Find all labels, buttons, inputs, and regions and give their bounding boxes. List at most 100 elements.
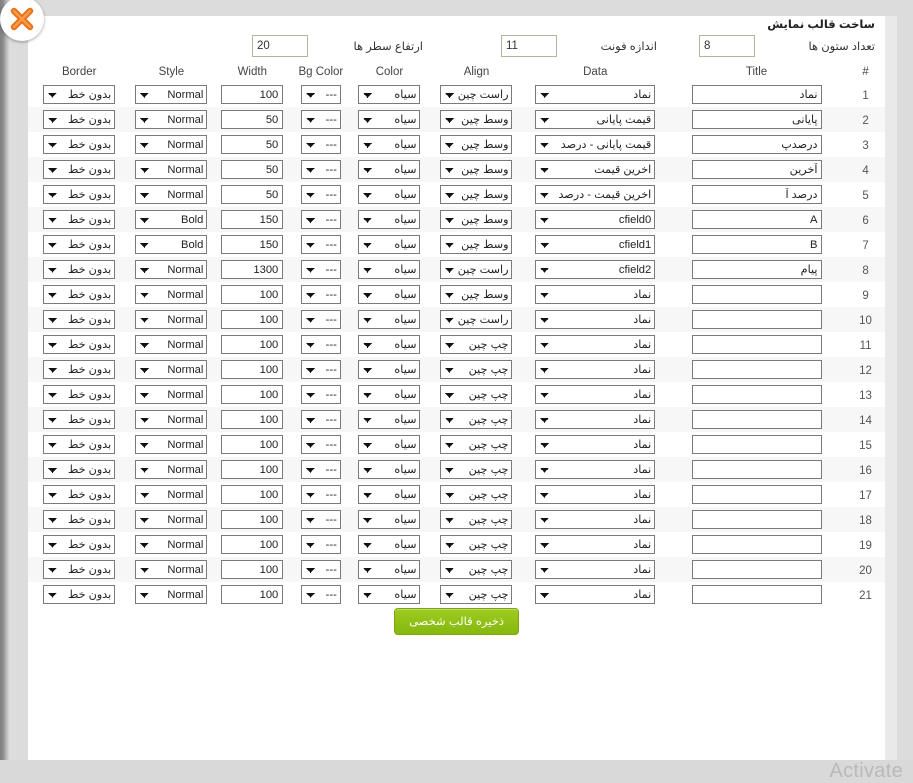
column-border-select[interactable]: بدون خط [43, 85, 115, 104]
column-data-select[interactable]: نمادقیمت پایانیقیمت پایانی - درصدآخرین ق… [535, 510, 655, 529]
font-size-input[interactable] [501, 35, 557, 57]
column-width-input[interactable] [221, 210, 283, 229]
column-align-select[interactable]: راست چینوسط چینچپ چین [440, 560, 512, 579]
column-data-select[interactable]: نمادقیمت پایانیقیمت پایانی - درصدآخرین ق… [535, 110, 655, 129]
column-align-select[interactable]: راست چینوسط چینچپ چین [440, 410, 512, 429]
column-style-select[interactable]: NormalBold [135, 510, 207, 529]
column-width-input[interactable] [221, 460, 283, 479]
column-bg-color-select[interactable]: --- [301, 285, 341, 304]
column-color-select[interactable]: سیاه [358, 235, 420, 254]
column-data-select[interactable]: نمادقیمت پایانیقیمت پایانی - درصدآخرین ق… [535, 285, 655, 304]
column-width-input[interactable] [221, 335, 283, 354]
save-personal-template-button[interactable]: ذخیره قالب شخصی [394, 608, 519, 635]
column-width-input[interactable] [221, 485, 283, 504]
column-color-select[interactable]: سیاه [358, 385, 420, 404]
row-height-input[interactable] [252, 35, 308, 57]
column-bg-color-select[interactable]: --- [301, 160, 341, 179]
column-border-select[interactable]: بدون خط [43, 185, 115, 204]
column-bg-color-select[interactable]: --- [301, 335, 341, 354]
column-style-select[interactable]: NormalBold [135, 285, 207, 304]
column-data-select[interactable]: نمادقیمت پایانیقیمت پایانی - درصدآخرین ق… [535, 585, 655, 604]
column-color-select[interactable]: سیاه [358, 335, 420, 354]
column-align-select[interactable]: راست چینوسط چینچپ چین [440, 235, 512, 254]
column-width-input[interactable] [221, 410, 283, 429]
column-title-input[interactable] [692, 210, 822, 229]
column-title-input[interactable] [692, 435, 822, 454]
column-border-select[interactable]: بدون خط [43, 210, 115, 229]
column-title-input[interactable] [692, 535, 822, 554]
column-style-select[interactable]: NormalBold [135, 85, 207, 104]
column-bg-color-select[interactable]: --- [301, 135, 341, 154]
column-bg-color-select[interactable]: --- [301, 385, 341, 404]
column-style-select[interactable]: NormalBold [135, 260, 207, 279]
column-bg-color-select[interactable]: --- [301, 260, 341, 279]
column-border-select[interactable]: بدون خط [43, 135, 115, 154]
column-title-input[interactable] [692, 185, 822, 204]
column-title-input[interactable] [692, 560, 822, 579]
column-bg-color-select[interactable]: --- [301, 510, 341, 529]
column-bg-color-select[interactable]: --- [301, 435, 341, 454]
column-color-select[interactable]: سیاه [358, 410, 420, 429]
column-border-select[interactable]: بدون خط [43, 285, 115, 304]
column-color-select[interactable]: سیاه [358, 160, 420, 179]
column-style-select[interactable]: NormalBold [135, 210, 207, 229]
column-border-select[interactable]: بدون خط [43, 485, 115, 504]
column-align-select[interactable]: راست چینوسط چینچپ چین [440, 485, 512, 504]
column-data-select[interactable]: نمادقیمت پایانیقیمت پایانی - درصدآخرین ق… [535, 85, 655, 104]
column-color-select[interactable]: سیاه [358, 360, 420, 379]
column-title-input[interactable] [692, 235, 822, 254]
column-style-select[interactable]: NormalBold [135, 410, 207, 429]
column-color-select[interactable]: سیاه [358, 85, 420, 104]
column-width-input[interactable] [221, 260, 283, 279]
column-bg-color-select[interactable]: --- [301, 485, 341, 504]
column-align-select[interactable]: راست چینوسط چینچپ چین [440, 585, 512, 604]
column-border-select[interactable]: بدون خط [43, 435, 115, 454]
column-title-input[interactable] [692, 460, 822, 479]
column-color-select[interactable]: سیاه [358, 535, 420, 554]
column-title-input[interactable] [692, 585, 822, 604]
column-data-select[interactable]: نمادقیمت پایانیقیمت پایانی - درصدآخرین ق… [535, 310, 655, 329]
column-align-select[interactable]: راست چینوسط چینچپ چین [440, 260, 512, 279]
column-color-select[interactable]: سیاه [358, 435, 420, 454]
column-width-input[interactable] [221, 510, 283, 529]
column-title-input[interactable] [692, 310, 822, 329]
column-title-input[interactable] [692, 85, 822, 104]
column-data-select[interactable]: نمادقیمت پایانیقیمت پایانی - درصدآخرین ق… [535, 185, 655, 204]
column-bg-color-select[interactable]: --- [301, 210, 341, 229]
column-border-select[interactable]: بدون خط [43, 160, 115, 179]
column-width-input[interactable] [221, 135, 283, 154]
column-color-select[interactable]: سیاه [358, 310, 420, 329]
column-color-select[interactable]: سیاه [358, 110, 420, 129]
column-align-select[interactable]: راست چینوسط چینچپ چین [440, 335, 512, 354]
column-style-select[interactable]: NormalBold [135, 485, 207, 504]
column-color-select[interactable]: سیاه [358, 260, 420, 279]
column-align-select[interactable]: راست چینوسط چینچپ چین [440, 160, 512, 179]
column-color-select[interactable]: سیاه [358, 510, 420, 529]
column-align-select[interactable]: راست چینوسط چینچپ چین [440, 210, 512, 229]
column-data-select[interactable]: نمادقیمت پایانیقیمت پایانی - درصدآخرین ق… [535, 535, 655, 554]
column-title-input[interactable] [692, 360, 822, 379]
column-style-select[interactable]: NormalBold [135, 235, 207, 254]
column-data-select[interactable]: نمادقیمت پایانیقیمت پایانی - درصدآخرین ق… [535, 385, 655, 404]
column-style-select[interactable]: NormalBold [135, 385, 207, 404]
column-style-select[interactable]: NormalBold [135, 585, 207, 604]
column-align-select[interactable]: راست چینوسط چینچپ چین [440, 385, 512, 404]
column-border-select[interactable]: بدون خط [43, 510, 115, 529]
column-bg-color-select[interactable]: --- [301, 310, 341, 329]
column-bg-color-select[interactable]: --- [301, 410, 341, 429]
column-title-input[interactable] [692, 260, 822, 279]
column-color-select[interactable]: سیاه [358, 285, 420, 304]
column-data-select[interactable]: نمادقیمت پایانیقیمت پایانی - درصدآخرین ق… [535, 435, 655, 454]
column-style-select[interactable]: NormalBold [135, 335, 207, 354]
column-data-select[interactable]: نمادقیمت پایانیقیمت پایانی - درصدآخرین ق… [535, 260, 655, 279]
column-color-select[interactable]: سیاه [358, 560, 420, 579]
column-align-select[interactable]: راست چینوسط چینچپ چین [440, 110, 512, 129]
column-align-select[interactable]: راست چینوسط چینچپ چین [440, 85, 512, 104]
column-width-input[interactable] [221, 185, 283, 204]
column-width-input[interactable] [221, 435, 283, 454]
column-align-select[interactable]: راست چینوسط چینچپ چین [440, 460, 512, 479]
column-width-input[interactable] [221, 235, 283, 254]
column-title-input[interactable] [692, 160, 822, 179]
column-bg-color-select[interactable]: --- [301, 585, 341, 604]
column-data-select[interactable]: نمادقیمت پایانیقیمت پایانی - درصدآخرین ق… [535, 235, 655, 254]
